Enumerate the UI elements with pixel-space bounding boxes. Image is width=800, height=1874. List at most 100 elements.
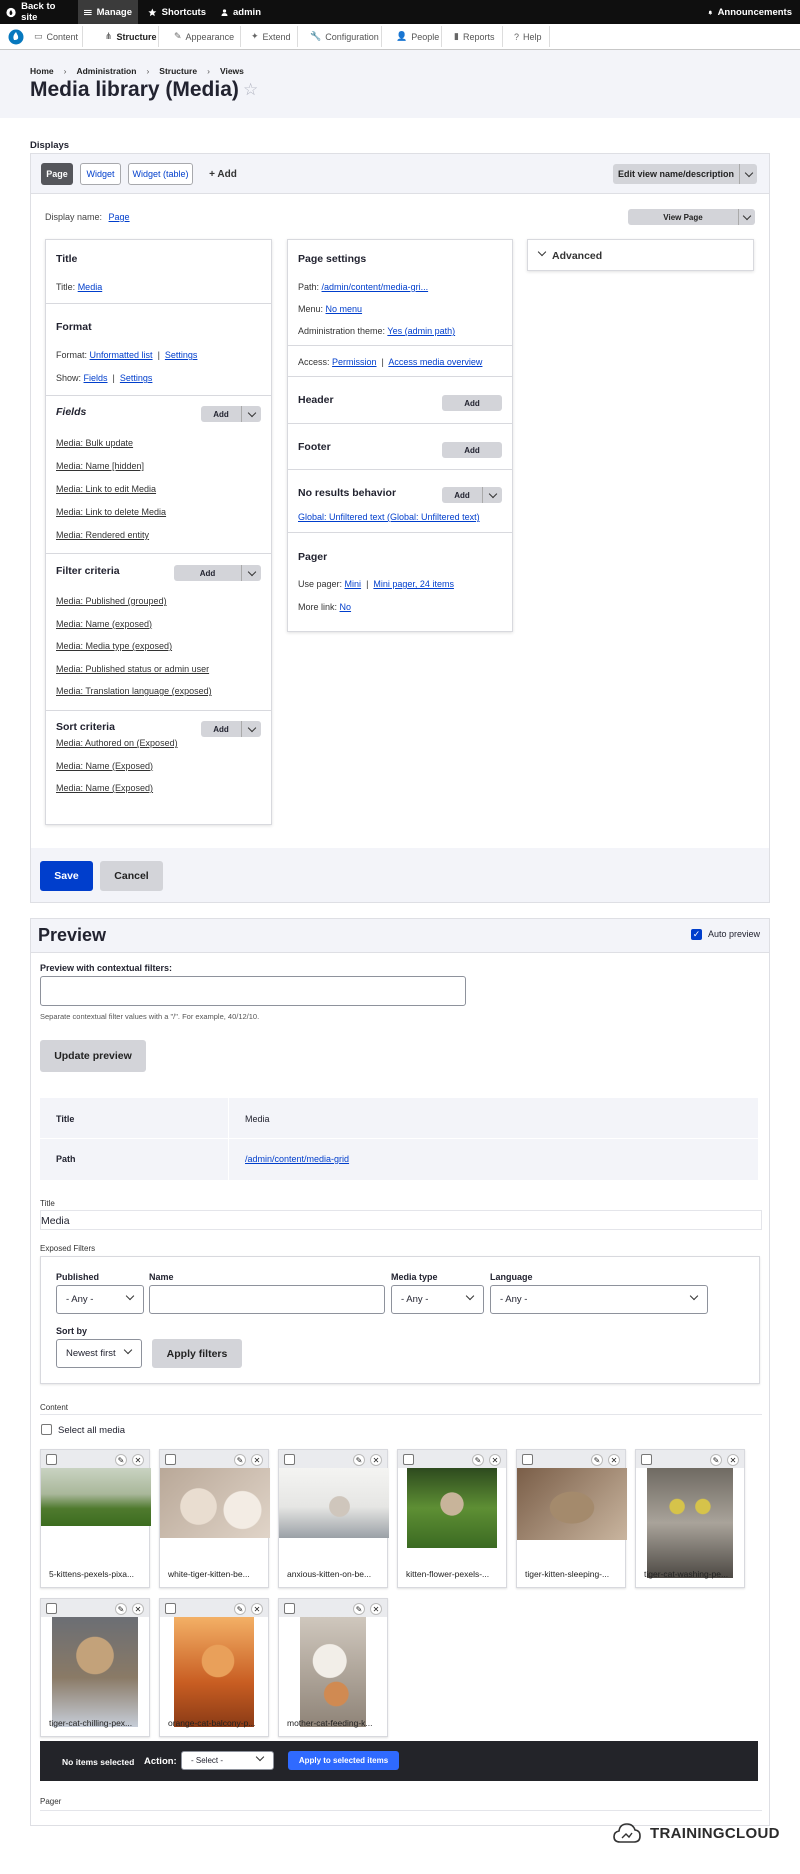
tray-item-people[interactable]: 👤 People [390, 26, 442, 47]
media-card[interactable]: ✎ ✕ tiger-cat-washing-pe... [635, 1449, 745, 1588]
tray-item-content[interactable]: ▭ Content [28, 26, 83, 47]
tray-item-configuration[interactable]: 🔧 Configuration [304, 26, 382, 47]
save-button[interactable]: Save [40, 861, 93, 891]
edit-pencil-icon[interactable]: ✎ [115, 1454, 127, 1466]
path-link[interactable]: /admin/content/media-gri... [322, 282, 429, 292]
remove-x-icon[interactable]: ✕ [132, 1454, 144, 1466]
criteria-link[interactable]: Media: Published (grouped) [56, 596, 167, 606]
remove-x-icon[interactable]: ✕ [489, 1454, 501, 1466]
cancel-button[interactable]: Cancel [100, 861, 163, 891]
edit-pencil-icon[interactable]: ✎ [234, 1603, 246, 1615]
criteria-link[interactable]: Media: Name (exposed) [56, 619, 152, 629]
manage-tab[interactable]: Manage [78, 0, 138, 24]
tray-item-extend[interactable]: ✦ Extend [245, 26, 298, 47]
admin-theme-link[interactable]: Yes (admin path) [387, 326, 455, 336]
sort-add-button[interactable]: Add [201, 721, 261, 737]
tray-item-structure[interactable]: ⋔ Structure [99, 26, 159, 47]
remove-x-icon[interactable]: ✕ [251, 1603, 263, 1615]
tab-widget[interactable]: Widget [80, 163, 121, 185]
criteria-link[interactable]: Media: Link to delete Media [56, 507, 166, 517]
breadcrumb-home[interactable]: Home [30, 66, 54, 76]
criteria-link[interactable]: Media: Translation language (exposed) [56, 686, 212, 696]
tab-page[interactable]: Page [41, 163, 73, 185]
media-card[interactable]: ✎ ✕ anxious-kitten-on-be... [278, 1449, 389, 1588]
edit-view-dropdown[interactable] [739, 164, 757, 184]
media-select-checkbox[interactable] [284, 1454, 295, 1465]
more-link-link[interactable]: No [340, 602, 352, 612]
no-results-add-button[interactable]: Add [442, 487, 502, 503]
apply-to-selected-button[interactable]: Apply to selected items [288, 1751, 399, 1770]
edit-pencil-icon[interactable]: ✎ [591, 1454, 603, 1466]
breadcrumb-structure[interactable]: Structure [159, 66, 197, 76]
contextual-filters-input[interactable] [40, 976, 466, 1006]
action-select[interactable]: - Select - [181, 1751, 274, 1770]
favorite-star-icon[interactable]: ☆ [243, 80, 258, 100]
edit-pencil-icon[interactable]: ✎ [472, 1454, 484, 1466]
edit-pencil-icon[interactable]: ✎ [710, 1454, 722, 1466]
format-settings-link[interactable]: Settings [165, 350, 198, 360]
use-pager-link[interactable]: Mini [345, 579, 362, 589]
show-settings-link[interactable]: Settings [120, 373, 153, 383]
criteria-link[interactable]: Media: Published status or admin user [56, 664, 209, 674]
media-type-select[interactable]: - Any - [391, 1285, 484, 1314]
select-all-checkbox[interactable] [41, 1424, 52, 1435]
auto-preview-checkbox[interactable]: ✓ [691, 929, 702, 940]
update-preview-button[interactable]: Update preview [40, 1040, 146, 1072]
breadcrumb-views[interactable]: Views [220, 66, 244, 76]
media-select-checkbox[interactable] [522, 1454, 533, 1465]
criteria-link[interactable]: Media: Link to edit Media [56, 484, 156, 494]
media-select-checkbox[interactable] [165, 1454, 176, 1465]
back-to-site-link[interactable]: Back to site [0, 0, 76, 24]
access-link[interactable]: Permission [332, 357, 377, 367]
drupal-logo-icon[interactable] [8, 29, 24, 45]
criteria-link[interactable]: Media: Authored on (Exposed) [56, 738, 178, 748]
footer-add-button[interactable]: Add [442, 442, 502, 458]
edit-view-name-button[interactable]: Edit view name/description [613, 164, 739, 184]
media-card[interactable]: ✎ ✕ white-tiger-kitten-be... [159, 1449, 270, 1588]
announcements-tab[interactable]: Announcements [702, 0, 798, 24]
criteria-link[interactable]: Media: Media type (exposed) [56, 641, 172, 651]
edit-pencil-icon[interactable]: ✎ [234, 1454, 246, 1466]
media-card[interactable]: ✎ ✕ tiger-kitten-sleeping-... [516, 1449, 627, 1588]
remove-x-icon[interactable]: ✕ [370, 1454, 382, 1466]
view-page-dropdown[interactable] [738, 209, 755, 225]
tray-item-reports[interactable]: ▮ Reports [448, 26, 503, 47]
remove-x-icon[interactable]: ✕ [727, 1454, 739, 1466]
media-card[interactable]: ✎ ✕ mother-cat-feeding-k... [278, 1598, 388, 1737]
menu-link[interactable]: No menu [326, 304, 363, 314]
language-select[interactable]: - Any - [490, 1285, 708, 1314]
criteria-link[interactable]: Media: Rendered entity [56, 530, 149, 540]
name-input[interactable] [149, 1285, 385, 1314]
access-settings-link[interactable]: Access media overview [388, 357, 482, 367]
advanced-toggle[interactable]: Advanced [527, 239, 754, 271]
media-card[interactable]: ✎ ✕ orange-cat-balcony-p... [159, 1598, 269, 1737]
remove-x-icon[interactable]: ✕ [251, 1454, 263, 1466]
add-display-button[interactable]: + Add [205, 163, 241, 185]
display-name-link[interactable]: Page [109, 212, 130, 222]
criteria-link[interactable]: Media: Name (Exposed) [56, 761, 153, 771]
criteria-link[interactable]: Media: Bulk update [56, 438, 133, 448]
media-select-checkbox[interactable] [403, 1454, 414, 1465]
published-select[interactable]: - Any - [56, 1285, 144, 1314]
tab-widget-table[interactable]: Widget (table) [128, 163, 193, 185]
user-tab[interactable]: admin [215, 0, 267, 24]
media-select-checkbox[interactable] [46, 1603, 57, 1614]
media-select-checkbox[interactable] [284, 1603, 295, 1614]
fields-add-button[interactable]: Add [201, 406, 261, 422]
remove-x-icon[interactable]: ✕ [608, 1454, 620, 1466]
filter-add-button[interactable]: Add [174, 565, 261, 581]
edit-pencil-icon[interactable]: ✎ [115, 1603, 127, 1615]
edit-pencil-icon[interactable]: ✎ [353, 1454, 365, 1466]
format-link[interactable]: Unformatted list [90, 350, 153, 360]
edit-pencil-icon[interactable]: ✎ [353, 1603, 365, 1615]
info-path-link[interactable]: /admin/content/media-grid [245, 1154, 349, 1164]
media-card[interactable]: ✎ ✕ kitten-flower-pexels-... [397, 1449, 507, 1588]
media-select-checkbox[interactable] [46, 1454, 57, 1465]
title-link[interactable]: Media [78, 282, 103, 292]
media-select-checkbox[interactable] [165, 1603, 176, 1614]
remove-x-icon[interactable]: ✕ [132, 1603, 144, 1615]
pager-settings-link[interactable]: Mini pager, 24 items [373, 579, 454, 589]
apply-filters-button[interactable]: Apply filters [152, 1339, 242, 1368]
criteria-link[interactable]: Media: Name (Exposed) [56, 783, 153, 793]
tray-item-appearance[interactable]: ✎ Appearance [168, 26, 241, 47]
